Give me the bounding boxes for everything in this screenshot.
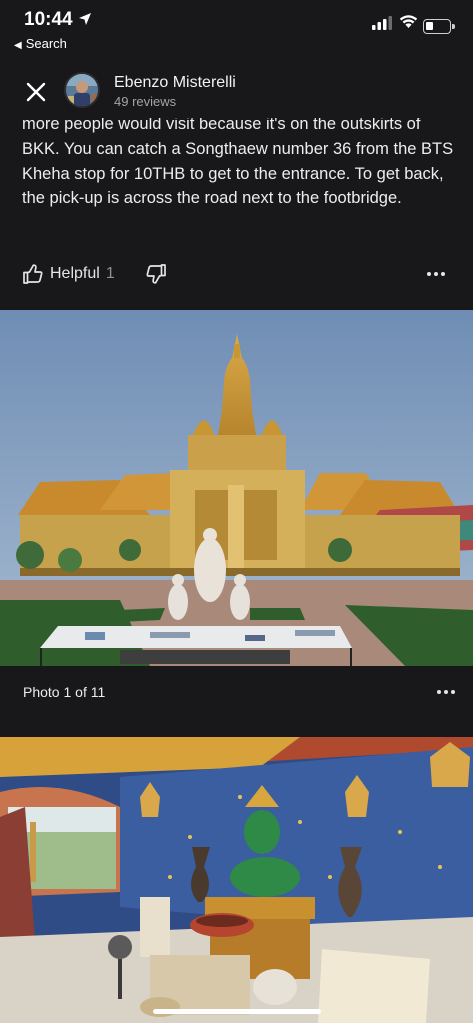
wifi-icon — [399, 15, 418, 28]
helpful-count: 1 — [105, 265, 115, 282]
cellular-signal-icon — [372, 16, 392, 30]
avatar[interactable] — [64, 72, 100, 108]
helpful-button[interactable]: Helpful 1 — [22, 262, 115, 286]
review-body: more people would visit because it's on … — [0, 118, 473, 248]
back-to-search-button[interactable]: ◀ Search — [14, 36, 67, 51]
back-app-label: Search — [25, 36, 67, 51]
review-photo-1[interactable] — [0, 310, 473, 666]
photo-more-options-button[interactable] — [434, 687, 458, 697]
more-dot-icon — [437, 690, 441, 694]
status-time: 10:44 — [24, 9, 73, 30]
status-bar: 10:44 ◀ Search — [0, 0, 473, 56]
thumbs-down-icon[interactable] — [145, 263, 167, 285]
thumbs-up-icon — [23, 264, 43, 284]
more-dot-icon — [427, 272, 431, 276]
helpful-label: Helpful — [50, 265, 100, 282]
reviewer-name[interactable]: Ebenzo Misterelli — [114, 74, 236, 92]
location-arrow-icon — [79, 13, 91, 25]
review-more-options-button[interactable] — [424, 269, 448, 279]
battery-icon — [423, 19, 455, 34]
reviewer-review-count: 49 reviews — [114, 94, 177, 109]
close-icon[interactable] — [24, 80, 48, 104]
home-indicator — [153, 1009, 321, 1014]
review-photo-2[interactable] — [0, 737, 473, 1023]
review-text: more people would visit because it's on … — [22, 118, 454, 208]
photo-counter: Photo 1 of 11 — [23, 684, 106, 700]
back-triangle-icon: ◀ — [14, 40, 22, 51]
